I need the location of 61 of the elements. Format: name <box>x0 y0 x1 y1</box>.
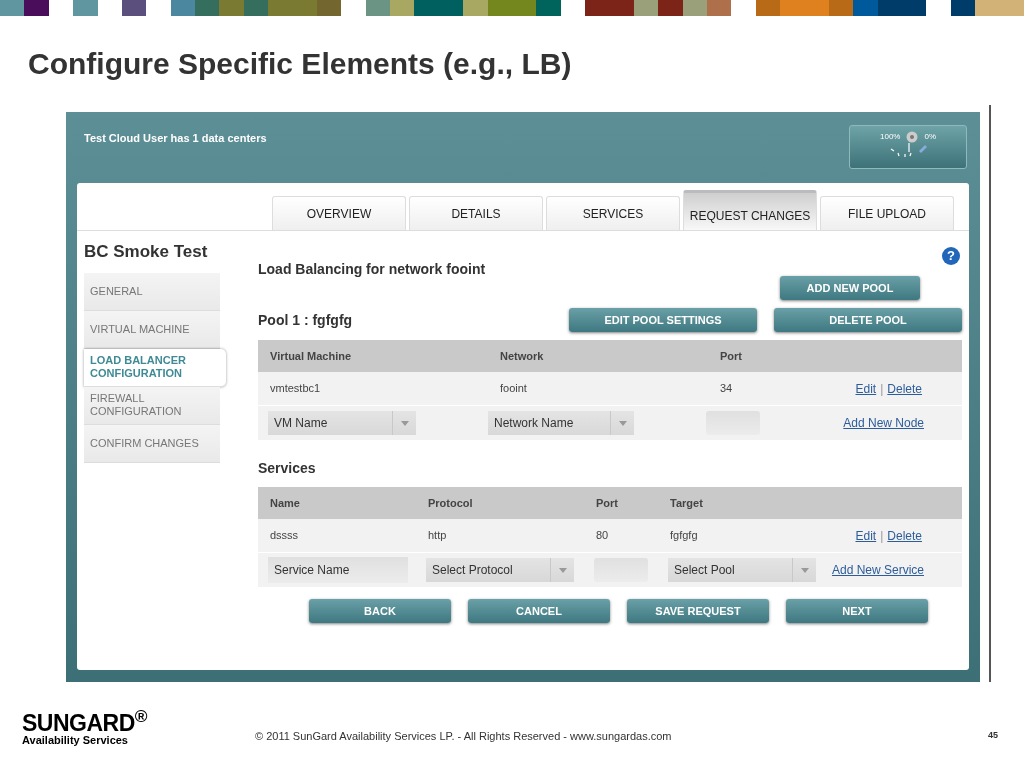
side-nav-item[interactable]: GENERAL <box>84 272 220 311</box>
column-header: Virtual Machine <box>270 348 353 364</box>
column-header: Target <box>670 495 704 511</box>
action-button[interactable]: CANCEL <box>468 599 610 623</box>
action-button[interactable]: ADD NEW POOL <box>780 276 920 300</box>
tab[interactable]: OVERVIEW <box>272 196 406 230</box>
table-cell-text: http <box>428 528 448 544</box>
side-nav-item[interactable]: FIREWALL CONFIGURATION <box>84 386 220 425</box>
column-header: Port <box>720 348 743 364</box>
side-nav-item[interactable]: CONFIRM CHANGES <box>84 424 220 463</box>
side-nav-item[interactable]: LOAD BALANCER CONFIGURATION <box>84 348 226 387</box>
knob-icon <box>906 131 919 143</box>
caret-icon <box>558 567 567 573</box>
gauge-label: 0% <box>924 131 936 143</box>
table-cell-text: 34 <box>720 381 733 397</box>
action-button[interactable]: DELETE POOL <box>774 308 962 332</box>
pool-title: Pool 1 : fgfgfg <box>258 310 353 330</box>
dropdown[interactable]: Select Protocol <box>426 558 574 582</box>
action-button[interactable]: SAVE REQUEST <box>627 599 769 623</box>
table-cell-text: fgfgfg <box>670 528 698 544</box>
section-title: Load Balancing for network fooint <box>258 260 487 279</box>
page-title: BC Smoke Test <box>84 241 209 263</box>
table-cell-text: fooint <box>500 381 528 397</box>
column-header: Network <box>500 348 545 364</box>
column-header: Port <box>596 495 619 511</box>
slide-title: Configure Specific Elements (e.g., LB) <box>28 46 573 82</box>
side-nav-item[interactable]: VIRTUAL MACHINE <box>84 310 220 349</box>
dropdown[interactable]: VM Name <box>268 411 416 435</box>
add-node-link[interactable]: Add New Node <box>843 414 924 432</box>
tab[interactable]: SERVICES <box>546 196 680 230</box>
add-service-link[interactable]: Add New Service <box>831 561 924 579</box>
action-button[interactable]: BACK <box>309 599 451 623</box>
table-cell-text: vmtestbc1 <box>270 381 322 397</box>
column-header: Name <box>270 495 301 511</box>
caret-icon <box>400 420 409 426</box>
tab[interactable]: REQUEST CHANGES <box>683 190 817 230</box>
tab[interactable]: DETAILS <box>409 196 543 230</box>
help-button[interactable]: ? <box>942 247 960 265</box>
link-separator: | <box>880 527 884 545</box>
delete-link[interactable]: Delete <box>887 526 922 545</box>
caret-icon <box>618 420 627 426</box>
caret-icon <box>800 567 809 573</box>
column-header: Protocol <box>428 495 474 511</box>
company-logo: SUNGARD$^{®}$ Availability Services <box>22 712 147 746</box>
page-number: 45 <box>988 728 998 742</box>
copyright-text: © 2011 SunGard Availability Services LP. - All Rights Reserved - www.sungardas.com <box>255 728 672 744</box>
dropdown[interactable]: Select Pool <box>668 558 816 582</box>
tab[interactable]: FILE UPLOAD <box>820 196 954 230</box>
action-button[interactable]: EDIT POOL SETTINGS <box>569 308 757 332</box>
link-separator: | <box>880 380 884 398</box>
gauge-label: 100% <box>880 131 901 143</box>
table-cell-text: dssss <box>270 528 300 544</box>
action-button[interactable]: NEXT <box>786 599 928 623</box>
services-title: Services <box>258 459 317 478</box>
edit-link[interactable]: Edit <box>855 526 877 545</box>
service-name-field[interactable]: Service Name <box>268 557 408 583</box>
table-cell-text: 80 <box>596 528 610 544</box>
dropdown[interactable]: Network Name <box>488 411 634 435</box>
delete-link[interactable]: Delete <box>887 379 922 398</box>
header-text: Test Cloud User has 1 data centers <box>84 131 267 146</box>
edit-link[interactable]: Edit <box>855 379 877 398</box>
